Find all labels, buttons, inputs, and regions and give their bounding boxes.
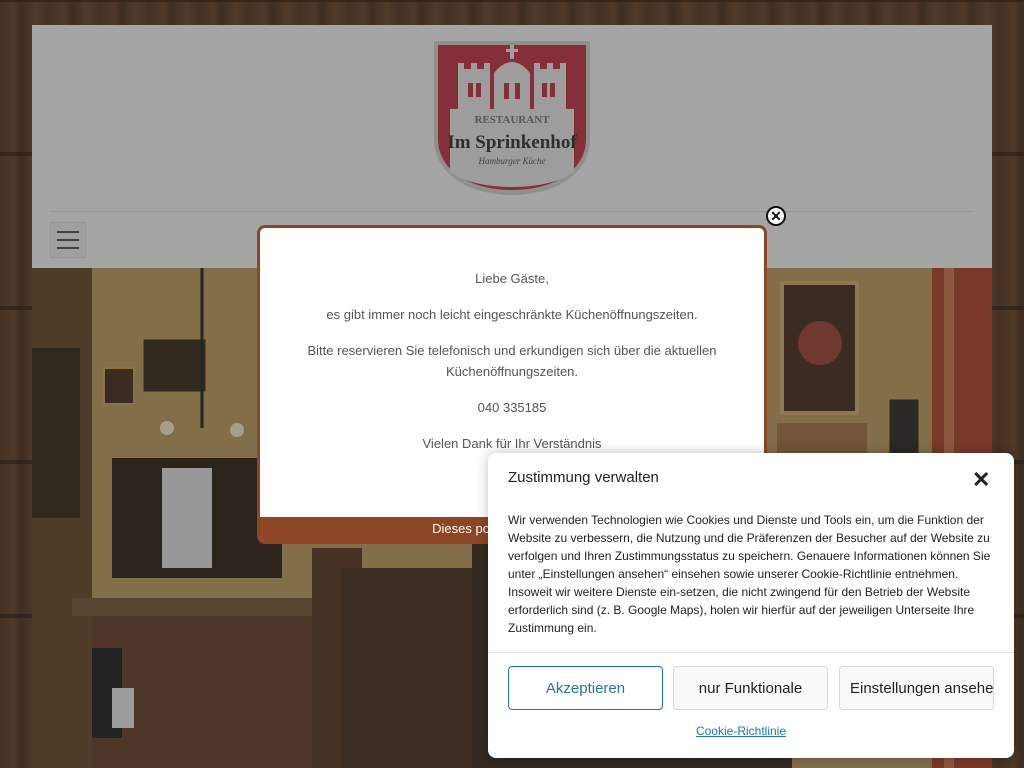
cookie-policy-link[interactable]: Cookie-Richtlinie bbox=[488, 724, 994, 738]
cookie-divider bbox=[488, 652, 1014, 653]
view-settings-button[interactable]: Einstellungen ansehen bbox=[839, 666, 994, 710]
cookie-consent-banner: Zustimmung verwalten ✕ Wir verwenden Tec… bbox=[488, 453, 1014, 758]
popup-greeting: Liebe Gäste, bbox=[475, 271, 549, 286]
accept-button[interactable]: Akzeptieren bbox=[508, 666, 663, 710]
close-circle-icon[interactable]: ✕ bbox=[766, 206, 786, 226]
close-x-icon[interactable]: ✕ bbox=[972, 467, 990, 493]
functional-only-button[interactable]: nur Funktionale bbox=[673, 666, 828, 710]
popup-line1: es gibt immer noch leicht eingeschränkte… bbox=[326, 307, 698, 322]
cookie-text: Wir verwenden Technologien wie Cookies u… bbox=[508, 513, 991, 635]
cookie-title: Zustimmung verwalten bbox=[508, 469, 659, 486]
popup-thanks: Vielen Dank für Ihr Verständnis bbox=[422, 436, 602, 451]
popup-phone[interactable]: 040 335185 bbox=[290, 397, 734, 418]
popup-line2: Bitte reservieren Sie telefonisch und er… bbox=[307, 343, 717, 379]
